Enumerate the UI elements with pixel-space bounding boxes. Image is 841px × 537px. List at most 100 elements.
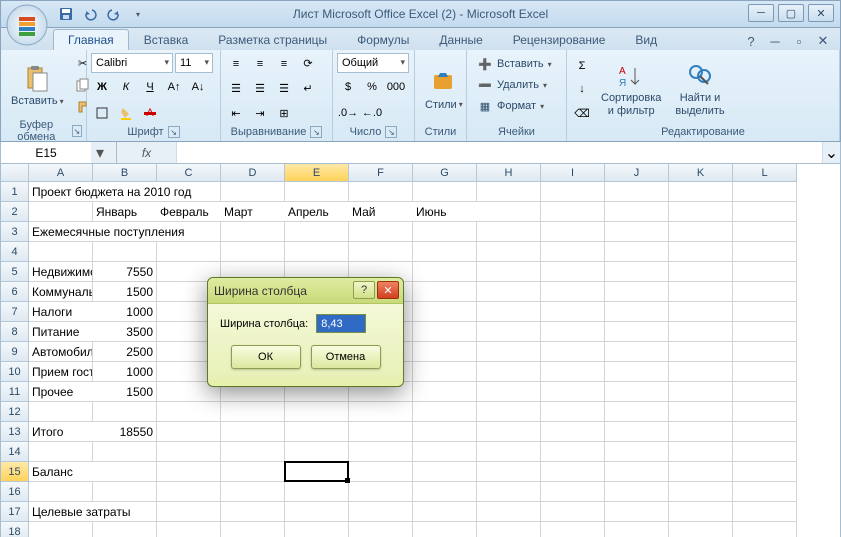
dialog-close-icon[interactable]: ✕ [377,281,399,299]
cell[interactable] [285,422,349,442]
cell-value[interactable]: Целевые затраты [29,502,133,522]
cell[interactable] [477,442,541,462]
orientation-icon[interactable]: ⟳ [297,53,319,75]
decrease-font-icon[interactable]: A↓ [187,76,209,98]
cell[interactable] [733,462,797,482]
cell[interactable] [93,482,157,502]
sort-filter-button[interactable]: АЯ Сортировка и фильтр [595,52,667,125]
name-box[interactable]: ▾ [1,142,117,163]
cell[interactable] [349,242,413,262]
cell[interactable] [285,442,349,462]
cell[interactable] [605,362,669,382]
cell[interactable] [605,262,669,282]
row-header[interactable]: 2 [1,202,29,222]
font-launcher-icon[interactable]: ↘ [168,126,180,138]
cell-value[interactable]: Прочее [29,382,93,402]
cell[interactable] [605,242,669,262]
cell[interactable] [413,282,477,302]
cell-value[interactable]: 1500 [93,382,157,402]
formula-input[interactable] [177,142,822,163]
number-launcher-icon[interactable]: ↘ [385,126,397,138]
cell[interactable] [221,402,285,422]
name-box-dropdown-icon[interactable]: ▾ [91,143,109,163]
cell[interactable] [541,362,605,382]
cell[interactable] [349,422,413,442]
cell[interactable] [413,462,477,482]
row-header[interactable]: 10 [1,362,29,382]
increase-indent-icon[interactable]: ⇥ [249,103,271,125]
spreadsheet-grid[interactable]: ABCDEFGHIJKL 123456789101112131415161718… [0,164,841,537]
cell[interactable] [157,502,221,522]
cell[interactable] [733,502,797,522]
cell-value[interactable]: Апрель [285,202,349,222]
row-header[interactable]: 13 [1,422,29,442]
cell[interactable] [669,382,733,402]
cell[interactable] [605,382,669,402]
column-header[interactable]: H [477,164,541,182]
cell[interactable] [477,302,541,322]
row-header[interactable]: 18 [1,522,29,537]
cell[interactable] [413,222,477,242]
cell[interactable] [221,222,285,242]
cell[interactable] [541,322,605,342]
cell[interactable] [285,242,349,262]
ribbon-tab-4[interactable]: Данные [424,29,497,50]
ribbon-tab-2[interactable]: Разметка страницы [203,29,342,50]
cell[interactable] [733,402,797,422]
cell[interactable] [541,422,605,442]
cell[interactable] [157,242,221,262]
row-header[interactable]: 6 [1,282,29,302]
font-size-combo[interactable]: 11 [175,53,213,73]
cell[interactable] [669,422,733,442]
cell[interactable] [733,422,797,442]
font-color-icon[interactable]: A [139,102,161,124]
cancel-button[interactable]: Отмена [311,345,381,369]
cell-value[interactable]: Февраль [157,202,221,222]
styles-button[interactable]: Стили▾ [419,52,469,125]
undo-icon[interactable] [79,3,101,25]
cell[interactable] [93,442,157,462]
cell[interactable] [157,522,221,537]
cell[interactable] [541,462,605,482]
cell[interactable] [733,202,797,222]
ribbon-tab-3[interactable]: Формулы [342,29,424,50]
cell[interactable] [605,482,669,502]
name-box-input[interactable] [1,142,91,163]
cell-value[interactable]: Итого [29,422,93,442]
cell[interactable] [29,402,93,422]
cell-value[interactable]: 7550 [93,262,157,282]
cell[interactable] [669,182,733,202]
cell[interactable] [477,342,541,362]
cell[interactable] [541,202,605,222]
cell-value[interactable]: 18550 [93,422,157,442]
cell[interactable] [413,302,477,322]
row-header[interactable]: 3 [1,222,29,242]
borders-icon[interactable] [91,102,113,124]
row-header[interactable]: 4 [1,242,29,262]
cell-value[interactable]: Проект бюджета на 2010 год [29,182,194,202]
cell-value[interactable]: Коммунальные [29,282,93,302]
cell[interactable] [477,402,541,422]
column-header[interactable]: J [605,164,669,182]
align-bottom-icon[interactable]: ≡ [273,53,295,75]
cell[interactable] [477,222,541,242]
dialog-titlebar[interactable]: Ширина столбца ? ✕ [208,278,403,304]
cell-value[interactable]: Питание [29,322,93,342]
delete-cells-button[interactable]: ➖Удалить▾ [471,75,562,95]
row-header[interactable]: 7 [1,302,29,322]
cell[interactable] [733,182,797,202]
cell[interactable] [157,402,221,422]
cell[interactable] [221,462,285,482]
column-header[interactable]: K [669,164,733,182]
cell[interactable] [29,202,93,222]
cell-value[interactable]: 3500 [93,322,157,342]
cell[interactable] [733,522,797,537]
column-header[interactable]: L [733,164,797,182]
column-header[interactable]: G [413,164,477,182]
cell[interactable] [477,182,541,202]
maximize-button[interactable]: ▢ [778,4,804,22]
cell[interactable] [157,442,221,462]
cell[interactable] [285,402,349,422]
increase-decimal-icon[interactable]: .0→ [337,102,359,124]
column-header[interactable]: E [285,164,349,182]
